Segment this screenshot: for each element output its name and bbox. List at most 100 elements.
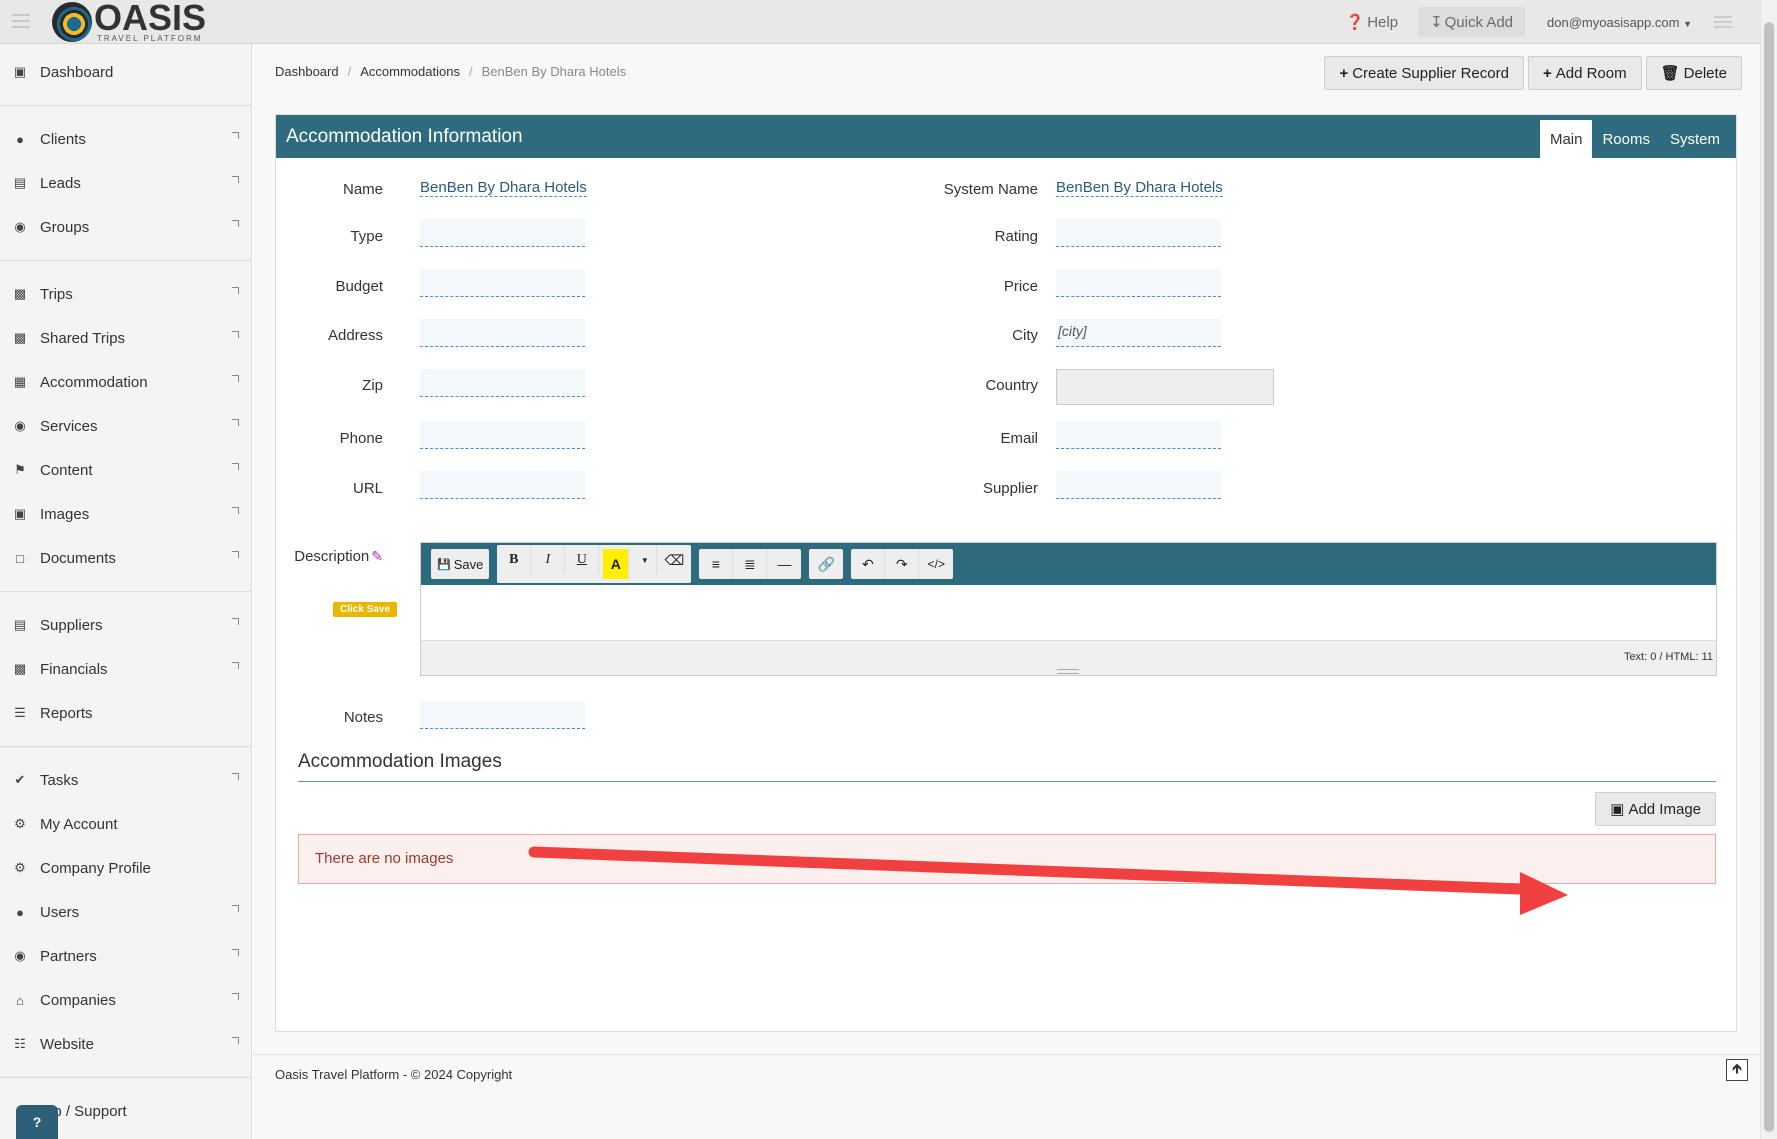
- sidebar-item-financials[interactable]: ▩ Financials: [0, 647, 251, 691]
- sidebar-item-companies[interactable]: ⌂ Companies: [0, 978, 251, 1022]
- bullet-list-icon[interactable]: ≡: [699, 549, 734, 579]
- url-label: URL: [352, 480, 383, 497]
- notes-field[interactable]: [420, 701, 585, 729]
- delete-button[interactable]: 🗑 Delete: [1645, 56, 1742, 90]
- user-menu[interactable]: don@myoasisapp.com ▼: [1533, 15, 1706, 30]
- tab-rooms[interactable]: Rooms: [1592, 120, 1660, 158]
- add-image-button[interactable]: ▣ Add Image: [1595, 792, 1716, 826]
- undo-icon[interactable]: ↶: [851, 549, 886, 579]
- name-field[interactable]: BenBen By Dhara Hotels: [420, 179, 587, 197]
- address-field[interactable]: [420, 319, 585, 347]
- divider: [0, 105, 251, 106]
- quick-add-button[interactable]: ↧ Quick Add: [1418, 7, 1526, 37]
- link-icon[interactable]: 🔗: [809, 549, 843, 579]
- gear-icon: ⚙: [14, 816, 26, 831]
- breadcrumb-dashboard[interactable]: Dashboard: [275, 64, 339, 79]
- sidebar-item-dashboard[interactable]: ▣ Dashboard: [0, 50, 251, 94]
- edit-icon[interactable]: ✎: [371, 548, 383, 565]
- zip-field[interactable]: [420, 369, 585, 397]
- right-menu-icon[interactable]: [1714, 16, 1732, 28]
- sidebar-item-trips[interactable]: ▩ Trips: [0, 272, 251, 316]
- sidebar-item-reports[interactable]: ☰ Reports: [0, 691, 251, 735]
- plus-icon: +: [1339, 64, 1349, 82]
- click-save-badge: Click Save: [333, 602, 398, 617]
- sidebar-item-images[interactable]: ▣ Images: [0, 492, 251, 536]
- sidebar-item-users[interactable]: ● Users: [0, 890, 251, 934]
- footer-copyright: Oasis Travel Platform - © 2024 Copyright: [275, 1067, 513, 1082]
- country-select[interactable]: [1056, 369, 1274, 405]
- rating-field[interactable]: [1056, 219, 1221, 247]
- chevron-right-icon: [232, 662, 239, 669]
- help-link[interactable]: ❓ Help: [1334, 7, 1411, 37]
- italic-button[interactable]: I: [531, 545, 566, 575]
- breadcrumb-accommodations[interactable]: Accommodations: [360, 64, 460, 79]
- sidebar-item-clients[interactable]: ● Clients: [0, 117, 251, 161]
- type-field[interactable]: [420, 219, 585, 247]
- images-divider: [298, 781, 1716, 782]
- resize-grip-icon[interactable]: [1057, 669, 1079, 674]
- horizontal-rule-icon[interactable]: —: [767, 549, 801, 579]
- flag-icon: ⚑: [14, 462, 26, 477]
- sidebar-item-shared-trips[interactable]: ▩ Shared Trips: [0, 316, 251, 360]
- chevron-right-icon: [232, 773, 239, 780]
- system-name-field[interactable]: BenBen By Dhara Hotels: [1056, 179, 1223, 197]
- editor-save-button[interactable]: 💾 Save: [431, 549, 489, 579]
- sidebar-item-content[interactable]: ⚑ Content: [0, 448, 251, 492]
- pdf-icon: □: [16, 550, 24, 566]
- numbered-list-icon[interactable]: ≣: [733, 549, 768, 579]
- sidebar-item-website[interactable]: ☷ Website: [0, 1022, 251, 1066]
- sidebar-item-accommodation[interactable]: ▦ Accommodation: [0, 360, 251, 404]
- editor-save-label: Save: [453, 556, 484, 572]
- color-dropdown-icon[interactable]: ▼: [633, 545, 658, 575]
- sidebar-item-my-account[interactable]: ⚙ My Account: [0, 802, 251, 846]
- help-chat-button[interactable]: ?: [16, 1105, 58, 1139]
- eraser-icon[interactable]: ⌫: [657, 545, 691, 575]
- url-field[interactable]: [420, 471, 585, 499]
- sidebar-item-groups[interactable]: ◉ Groups: [0, 205, 251, 249]
- logo[interactable]: OASIS TRAVEL PLATFORM: [52, 0, 206, 44]
- chevron-right-icon: [232, 463, 239, 470]
- redo-icon[interactable]: ↷: [885, 549, 920, 579]
- city-field[interactable]: [city]: [1056, 319, 1221, 347]
- page-scrollbar[interactable]: [1760, 0, 1777, 1139]
- sidebar-item-documents[interactable]: □ Documents: [0, 536, 251, 580]
- question-circle-icon: ❓: [1345, 14, 1365, 31]
- tab-system[interactable]: System: [1660, 120, 1730, 158]
- price-field[interactable]: [1056, 269, 1221, 297]
- divider: [0, 746, 251, 747]
- sidebar-item-label: lp / Support: [50, 1102, 127, 1120]
- logo-mark: [52, 2, 92, 42]
- editor-status-bar: Text: 0 / HTML: 11: [421, 640, 1716, 675]
- sidebar-item-leads[interactable]: ▤ Leads: [0, 161, 251, 205]
- text-color-button[interactable]: A: [603, 549, 630, 579]
- create-supplier-record-button[interactable]: + Create Supplier Record: [1324, 56, 1524, 90]
- plus-icon: +: [1542, 64, 1552, 82]
- phone-field[interactable]: [420, 421, 585, 449]
- sidebar-item-tasks[interactable]: ✔ Tasks: [0, 758, 251, 802]
- arrow-up-icon: 🡹: [1731, 1060, 1743, 1076]
- add-room-button[interactable]: + Add Room: [1527, 56, 1642, 90]
- breadcrumb-separator: /: [468, 64, 473, 79]
- budget-field[interactable]: [420, 269, 585, 297]
- tab-main[interactable]: Main: [1539, 120, 1593, 158]
- sidebar-item-label: Financials: [40, 660, 108, 678]
- sidebar-item-services[interactable]: ◉ Services: [0, 404, 251, 448]
- email-field[interactable]: [1056, 421, 1221, 449]
- scrollbar-thumb[interactable]: [1764, 22, 1774, 1132]
- sidebar-item-label: Suppliers: [40, 616, 103, 634]
- bold-button[interactable]: B: [497, 545, 532, 575]
- menu-toggle-icon[interactable]: [12, 14, 30, 28]
- sidebar-item-partners[interactable]: ◉ Partners: [0, 934, 251, 978]
- sidebar-item-company-profile[interactable]: ⚙ Company Profile: [0, 846, 251, 890]
- editor-text-area[interactable]: [421, 585, 1716, 640]
- supplier-field[interactable]: [1056, 471, 1221, 499]
- description-label: Description ✎: [263, 548, 383, 565]
- chevron-right-icon: [232, 287, 239, 294]
- underline-button[interactable]: U: [565, 545, 600, 575]
- button-label: Delete: [1683, 64, 1727, 82]
- gears-icon: ⚙: [14, 860, 26, 875]
- chevron-right-icon: [232, 1037, 239, 1044]
- code-view-button[interactable]: </>: [919, 549, 953, 579]
- sidebar-item-suppliers[interactable]: ▤ Suppliers: [0, 603, 251, 647]
- scroll-to-top-button[interactable]: 🡹: [1726, 1059, 1748, 1081]
